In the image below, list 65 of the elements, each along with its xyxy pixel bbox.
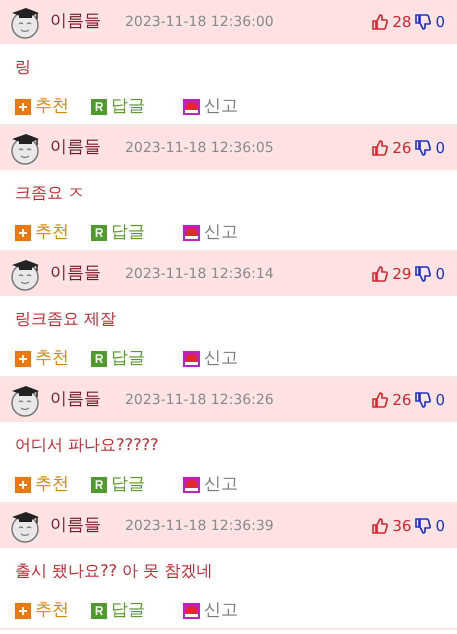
reply-link[interactable]: 답글 — [111, 346, 145, 372]
siren-icon — [183, 351, 200, 367]
comment-text: 링크좀요 제잘 — [15, 308, 116, 330]
comment-date: 2023-11-18 12:36:39 — [125, 516, 274, 536]
plus-icon — [15, 477, 31, 493]
thumbs-down-icon — [415, 518, 432, 534]
siren-icon — [183, 225, 200, 241]
author-name: 이름들 — [50, 262, 101, 286]
dislike-count: 0 — [435, 390, 445, 411]
reply-link[interactable]: 답글 — [111, 94, 145, 120]
comment-date: 2023-11-18 12:36:00 — [125, 12, 274, 32]
reply-icon — [91, 225, 107, 241]
thumbs-down-icon — [415, 140, 432, 156]
comment-text: 링 — [15, 56, 31, 78]
plus-icon — [15, 225, 31, 241]
reply-icon — [91, 99, 107, 115]
plus-icon — [15, 351, 31, 367]
report-link[interactable]: 신고 — [204, 94, 238, 120]
dislike-count: 0 — [435, 264, 445, 285]
comment-text: 크좀요 ㅈ — [15, 182, 84, 204]
reply-icon — [91, 351, 107, 367]
comment-date: 2023-11-18 12:36:14 — [125, 264, 274, 284]
comment-text: 출시 됐나요?? 아 못 참겠네 — [15, 560, 212, 582]
reply-link[interactable]: 답글 — [111, 220, 145, 246]
plus-icon — [15, 603, 31, 619]
thumbs-up-icon — [372, 266, 388, 282]
author-name: 이름들 — [50, 10, 101, 34]
like-count: 36 — [392, 516, 412, 537]
like-count: 26 — [392, 390, 412, 411]
comment-date: 2023-11-18 12:36:26 — [125, 390, 274, 410]
report-link[interactable]: 신고 — [204, 598, 238, 624]
report-link[interactable]: 신고 — [204, 220, 238, 246]
thumbs-down-icon — [415, 14, 432, 30]
siren-icon — [183, 477, 200, 493]
thumbs-down-icon — [415, 266, 432, 282]
report-link[interactable]: 신고 — [204, 346, 238, 372]
dislike-count: 0 — [435, 138, 445, 159]
siren-icon — [183, 603, 200, 619]
thumbs-up-icon — [372, 518, 388, 534]
reply-icon — [91, 603, 107, 619]
author-name: 이름들 — [50, 136, 101, 160]
recommend-link[interactable]: 추천 — [35, 94, 69, 120]
reply-link[interactable]: 답글 — [111, 472, 145, 498]
like-count: 28 — [392, 12, 412, 33]
author-name: 이름들 — [50, 514, 101, 538]
author-name: 이름들 — [50, 388, 101, 412]
plus-icon — [15, 99, 31, 115]
like-count: 29 — [392, 264, 412, 285]
recommend-link[interactable]: 추천 — [35, 598, 69, 624]
thumbs-up-icon — [372, 392, 388, 408]
thumbs-up-icon — [372, 14, 388, 30]
report-link[interactable]: 신고 — [204, 472, 238, 498]
thumbs-up-icon — [372, 140, 388, 156]
recommend-link[interactable]: 추천 — [35, 472, 69, 498]
reply-link[interactable]: 답글 — [111, 598, 145, 624]
comment-text: 어디서 파나요????? — [15, 434, 159, 456]
recommend-link[interactable]: 추천 — [35, 346, 69, 372]
reply-icon — [91, 477, 107, 493]
like-count: 26 — [392, 138, 412, 159]
comment-date: 2023-11-18 12:36:05 — [125, 138, 274, 158]
dislike-count: 0 — [435, 12, 445, 33]
siren-icon — [183, 99, 200, 115]
recommend-link[interactable]: 추천 — [35, 220, 69, 246]
dislike-count: 0 — [435, 516, 445, 537]
thumbs-down-icon — [415, 392, 432, 408]
